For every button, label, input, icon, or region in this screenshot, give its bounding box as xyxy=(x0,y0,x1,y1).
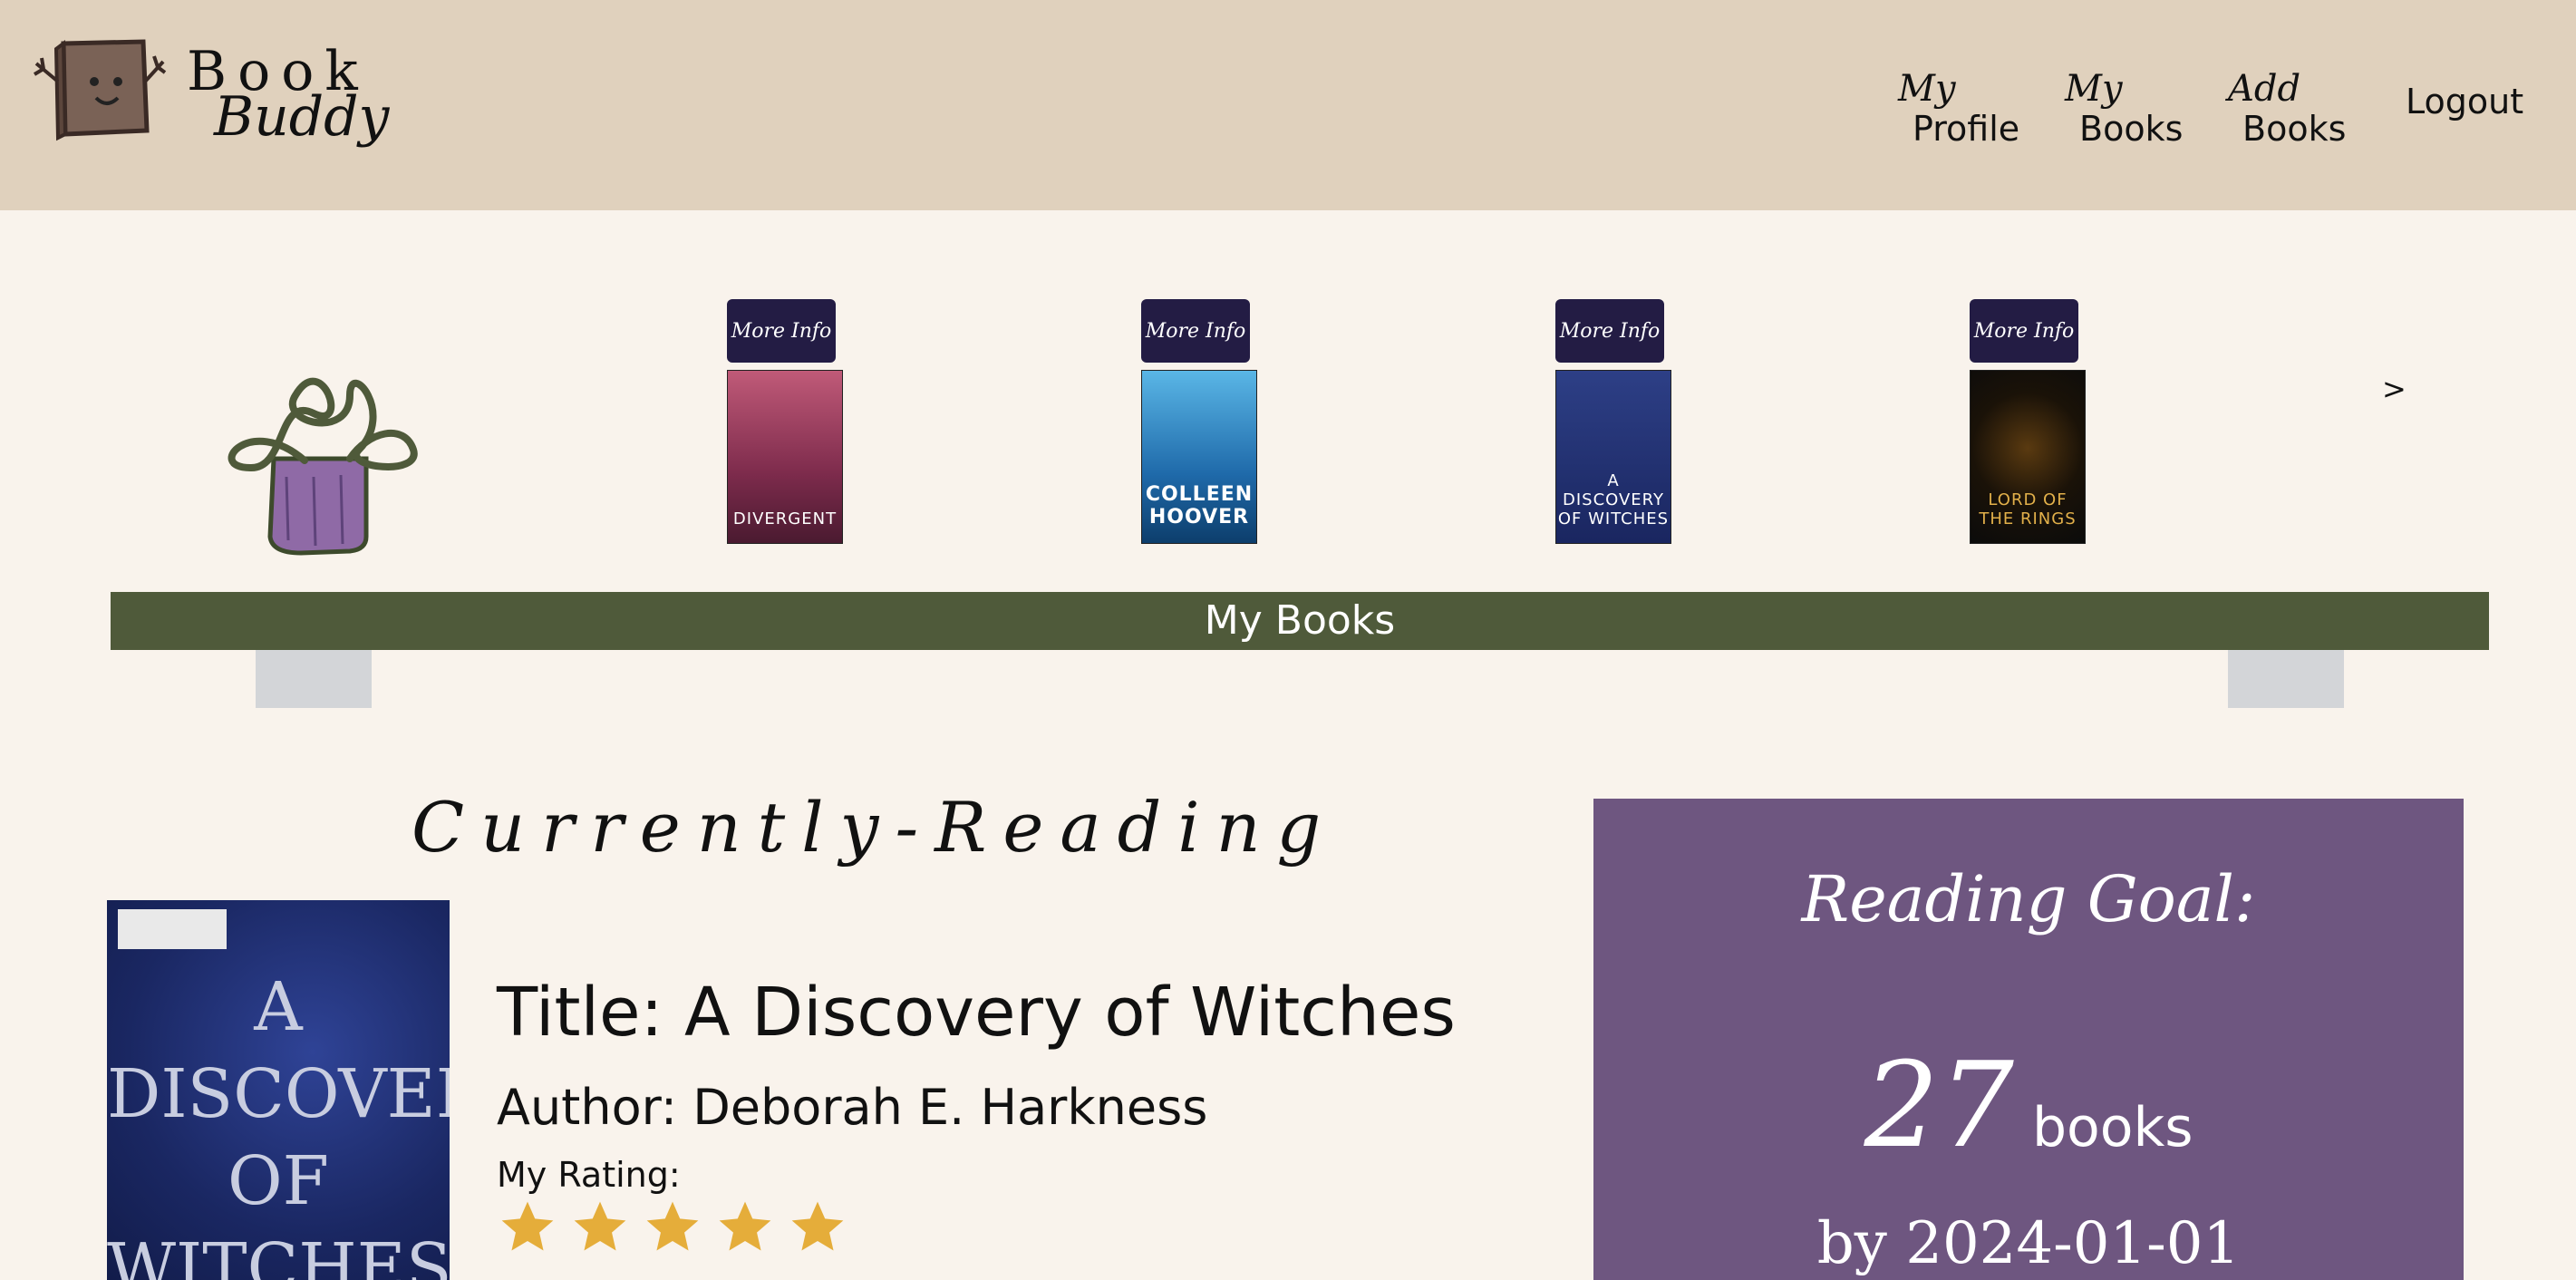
book-mascot-icon xyxy=(31,36,167,145)
nav-my-profile-label-top: My xyxy=(1898,68,1956,110)
book-author: Author: Deborah E. Harkness xyxy=(497,1079,1208,1136)
more-info-button[interactable]: More Info xyxy=(1555,299,1664,363)
currently-reading-heading: Currently-Reading xyxy=(412,787,1338,868)
star-icon[interactable] xyxy=(497,1197,558,1258)
brand-name-line2: Buddy xyxy=(214,85,390,149)
nav-my-books[interactable]: My Books xyxy=(2065,69,2183,149)
reading-goal-deadline: by 2024-01-01 xyxy=(1816,1210,2241,1277)
star-icon[interactable] xyxy=(569,1197,631,1258)
book-cover[interactable]: LORD OF THE RINGS xyxy=(1970,370,2086,544)
reading-goal-number: 27 xyxy=(1864,1036,2014,1174)
book-cover-title: LORD OF THE RINGS xyxy=(1979,490,2077,528)
shelf-next-button[interactable]: > xyxy=(2382,372,2407,406)
book-cover-title: A DISCOVERY OF WITCHES xyxy=(1557,471,1670,528)
more-info-button[interactable]: More Info xyxy=(1970,299,2078,363)
shelf-leg-right xyxy=(2228,650,2344,708)
book-cover[interactable]: COLLEEN HOOVER xyxy=(1141,370,1257,544)
book-cover-title: DIVERGENT xyxy=(732,509,838,528)
barcode-label xyxy=(118,909,227,949)
reading-goal-unit: books xyxy=(2031,1096,2193,1159)
nav-my-books-label-top: My xyxy=(2065,68,2123,110)
more-info-button[interactable]: More Info xyxy=(1141,299,1250,363)
star-icon[interactable] xyxy=(714,1197,776,1258)
shelf-label: My Books xyxy=(111,592,2489,650)
nav-add-books[interactable]: Add Books xyxy=(2228,69,2346,149)
shelf-leg-left xyxy=(256,650,372,708)
book-cover[interactable]: DIVERGENT xyxy=(727,370,843,544)
reading-goal-count: 27 books xyxy=(1593,1036,2464,1174)
star-icon[interactable] xyxy=(787,1197,848,1258)
nav-add-books-label-top: Add xyxy=(2228,68,2301,110)
rating-label: My Rating: xyxy=(497,1155,681,1195)
nav-my-books-label-bottom: Books xyxy=(2079,109,2184,149)
cover-title: A DISCOVERY OF WITCHES xyxy=(107,968,450,1280)
star-rating xyxy=(497,1197,848,1258)
nav-my-profile-label-bottom: Profile xyxy=(1913,109,2020,149)
more-info-button[interactable]: More Info xyxy=(727,299,836,363)
reading-goal-panel: Reading Goal: 27 books by 2024-01-01 xyxy=(1593,799,2464,1280)
nav-logout[interactable]: Logout xyxy=(2406,82,2523,121)
header: Book Buddy My Profile My Books Add Books… xyxy=(0,0,2576,210)
book-cover[interactable]: A DISCOVERY OF WITCHES xyxy=(1555,370,1671,544)
nav-my-profile[interactable]: My Profile xyxy=(1898,69,2019,149)
book-cover-title: COLLEEN HOOVER xyxy=(1145,483,1254,528)
nav-add-books-label-bottom: Books xyxy=(2242,109,2347,149)
plant-icon xyxy=(214,359,422,558)
star-icon[interactable] xyxy=(642,1197,703,1258)
currently-reading-cover[interactable]: A DISCOVERY OF WITCHES xyxy=(107,900,450,1280)
reading-goal-heading: Reading Goal: xyxy=(1801,862,2256,936)
book-title: Title: A Discovery of Witches xyxy=(497,974,1456,1052)
